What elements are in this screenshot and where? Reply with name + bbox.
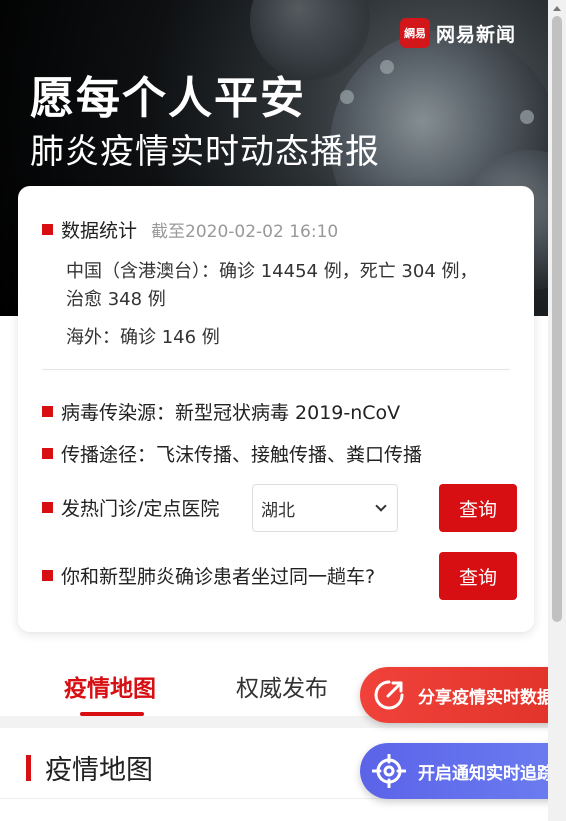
- share-arrow-icon: [370, 676, 408, 714]
- bullet-square-icon: [42, 448, 53, 459]
- stats-heading: 数据统计: [61, 220, 138, 242]
- virus-spike: [520, 110, 534, 124]
- transmission-route: 传播途径：飞沫传播、接触传播、粪口传播: [61, 444, 423, 466]
- virus-spike: [340, 90, 354, 104]
- banner-title: 愿每个人平安: [30, 73, 306, 124]
- banner-subtitle: 肺炎疫情实时动态播报: [30, 132, 380, 172]
- transmission-row: 传播途径：飞沫传播、接触传播、粪口传播: [42, 440, 422, 467]
- virus-source: 病毒传染源：新型冠状病毒 2019-nCoV: [61, 402, 401, 424]
- train-row: 你和新型肺炎确诊患者坐过同一趟车?: [42, 562, 375, 589]
- stats-timestamp: 截至2020-02-02 16:10: [151, 222, 339, 242]
- region-select-value: 湖北: [261, 500, 295, 521]
- bullet-square-icon: [42, 502, 53, 513]
- enable-notify-label: 开启通知实时追踪: [418, 763, 554, 784]
- section-title: 疫情地图: [45, 755, 153, 786]
- share-data-button[interactable]: 分享疫情实时数据: [360, 667, 566, 723]
- section-header: 疫情地图: [26, 748, 153, 787]
- hospital-label: 发热门诊/定点医院: [61, 498, 220, 520]
- bullet-square-icon: [42, 224, 53, 235]
- tab-epidemic-map[interactable]: 疫情地图: [64, 669, 156, 703]
- enable-notify-button[interactable]: 开启通知实时追踪: [360, 743, 566, 799]
- divider: [42, 369, 510, 370]
- region-select[interactable]: 湖北: [252, 484, 398, 532]
- china-stats: 中国（含港澳台）：确诊 14454 例，死亡 304 例，治愈 348 例: [66, 261, 478, 310]
- bullet-square-icon: [42, 570, 53, 581]
- page: 網易 网易新闻 愿每个人平安 肺炎疫情实时动态播报 数据统计 截至2020-02…: [0, 0, 566, 821]
- scrollbar-thumb[interactable]: [552, 16, 562, 622]
- stats-heading-row: 数据统计 截至2020-02-02 16:10: [42, 216, 338, 243]
- chevron-down-icon: [375, 500, 387, 512]
- virus-spike: [380, 60, 394, 74]
- brand-logo[interactable]: 網易 网易新闻: [400, 18, 516, 48]
- virus-source-row: 病毒传染源：新型冠状病毒 2019-nCoV: [42, 398, 400, 425]
- share-data-label: 分享疫情实时数据: [418, 687, 554, 708]
- train-question: 你和新型肺炎确诊患者坐过同一趟车?: [61, 566, 376, 588]
- crosshair-target-icon: [370, 752, 408, 790]
- hospital-query-button[interactable]: 查询: [439, 484, 517, 532]
- tab-official-release[interactable]: 权威发布: [236, 669, 328, 703]
- scrollbar[interactable]: [548, 0, 566, 821]
- scroll-up-icon[interactable]: [553, 6, 561, 11]
- train-query-button[interactable]: 查询: [439, 552, 517, 600]
- section-bar: [26, 754, 31, 781]
- bullet-square-icon: [42, 406, 53, 417]
- brand-name: 网易新闻: [436, 23, 517, 46]
- overseas-stats: 海外：确诊 146 例: [66, 327, 220, 348]
- netease-logo-icon: 網易: [400, 18, 430, 48]
- stats-card: 数据统计 截至2020-02-02 16:10 中国（含港澳台）：确诊 1445…: [18, 186, 534, 632]
- hospital-row: 发热门诊/定点医院: [42, 494, 219, 521]
